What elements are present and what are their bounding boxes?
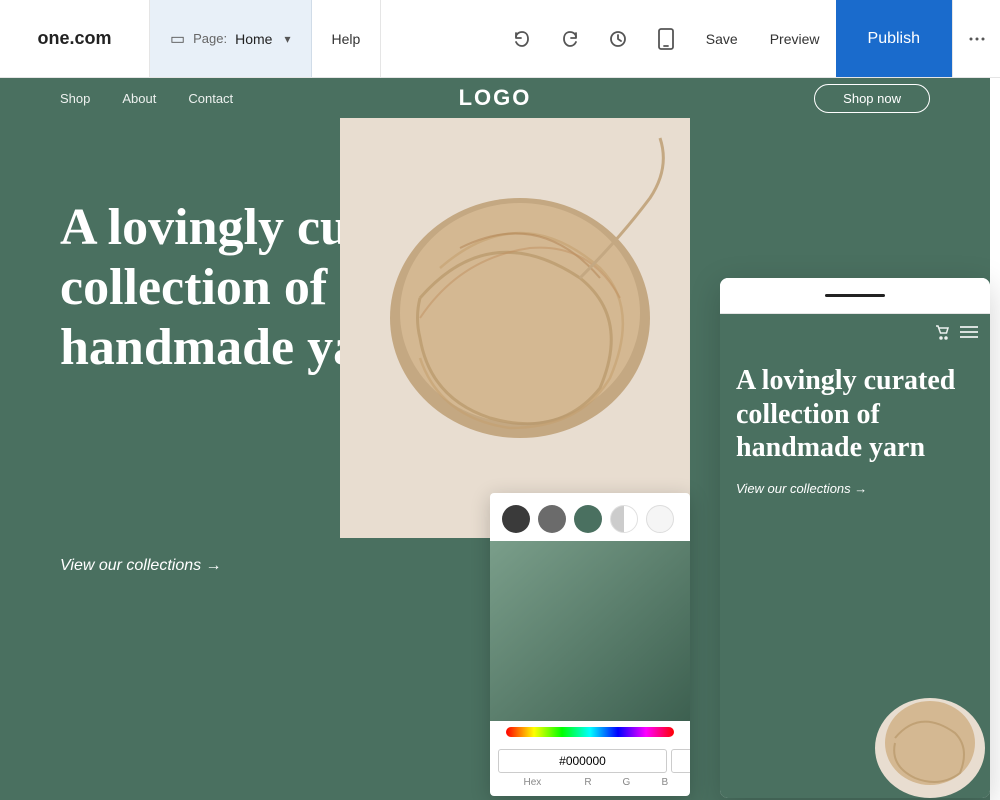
nav-links: Shop About Contact (60, 91, 233, 106)
mobile-hero-link[interactable]: View our collections → (736, 481, 974, 496)
mobile-nav-icons (934, 324, 978, 345)
hero-image (340, 118, 690, 538)
mobile-hero-text: A lovingly curated collection of handmad… (736, 364, 974, 496)
swatch-dark[interactable] (502, 505, 530, 533)
logo-area: one.com (0, 0, 150, 77)
hex-input[interactable] (498, 749, 667, 773)
mobile-content: A lovingly curated collection of handmad… (720, 314, 990, 798)
more-options-button[interactable] (952, 0, 1000, 77)
r-label: R (571, 777, 605, 788)
redo-button[interactable] (546, 0, 594, 77)
color-input-labels: Hex R G B (490, 777, 690, 796)
page-label: Page: (193, 31, 227, 46)
color-rainbow-slider[interactable] (506, 727, 674, 737)
page-selector[interactable]: ▭ Page: Home ▾ (150, 0, 312, 77)
g-label: G (609, 777, 643, 788)
color-picker-panel: Hex R G B (490, 493, 690, 796)
cart-icon (934, 324, 950, 345)
save-button[interactable]: Save (690, 0, 754, 77)
b-label: B (648, 777, 682, 788)
color-inputs (490, 741, 690, 777)
swatch-white[interactable] (646, 505, 674, 533)
mobile-preview-panel: A lovingly curated collection of handmad… (720, 278, 990, 798)
mobile-handle (825, 294, 885, 297)
preview-button[interactable]: Preview (754, 0, 836, 77)
publish-button[interactable]: Publish (836, 0, 952, 77)
nav-contact[interactable]: Contact (188, 91, 233, 106)
top-bar: one.com ▭ Page: Home ▾ Help (0, 0, 1000, 78)
color-swatches (490, 493, 690, 541)
swatch-gray[interactable] (538, 505, 566, 533)
site-logo: LOGO (459, 85, 532, 111)
chevron-down-icon: ▾ (284, 32, 290, 46)
page-name: Home (235, 31, 272, 47)
hex-label: Hex (498, 777, 567, 788)
canvas-area: Shop About Contact LOGO Shop now A lovin… (0, 78, 1000, 800)
brand-logo: one.com (37, 28, 111, 49)
color-gradient-picker[interactable] (490, 541, 690, 721)
history-button[interactable] (594, 0, 642, 77)
mobile-yarn-image (870, 678, 990, 798)
site-cta-button[interactable]: Shop now (814, 84, 930, 113)
mobile-top-bar (720, 278, 990, 314)
mobile-hero-title: A lovingly curated collection of handmad… (736, 364, 974, 465)
undo-button[interactable] (498, 0, 546, 77)
red-input[interactable] (671, 749, 690, 773)
swatch-green[interactable] (574, 505, 602, 533)
mobile-preview-button[interactable] (642, 0, 690, 77)
hero-link[interactable]: View our collections → (60, 557, 480, 575)
help-button[interactable]: Help (312, 0, 382, 77)
site-nav: Shop About Contact LOGO Shop now (0, 78, 990, 118)
nav-shop[interactable]: Shop (60, 91, 90, 106)
nav-about[interactable]: About (122, 91, 156, 106)
toolbar-actions: Save Preview Publish (498, 0, 1000, 77)
page-icon: ▭ (170, 29, 185, 49)
menu-icon (960, 325, 978, 344)
swatch-half-white[interactable] (610, 505, 638, 533)
